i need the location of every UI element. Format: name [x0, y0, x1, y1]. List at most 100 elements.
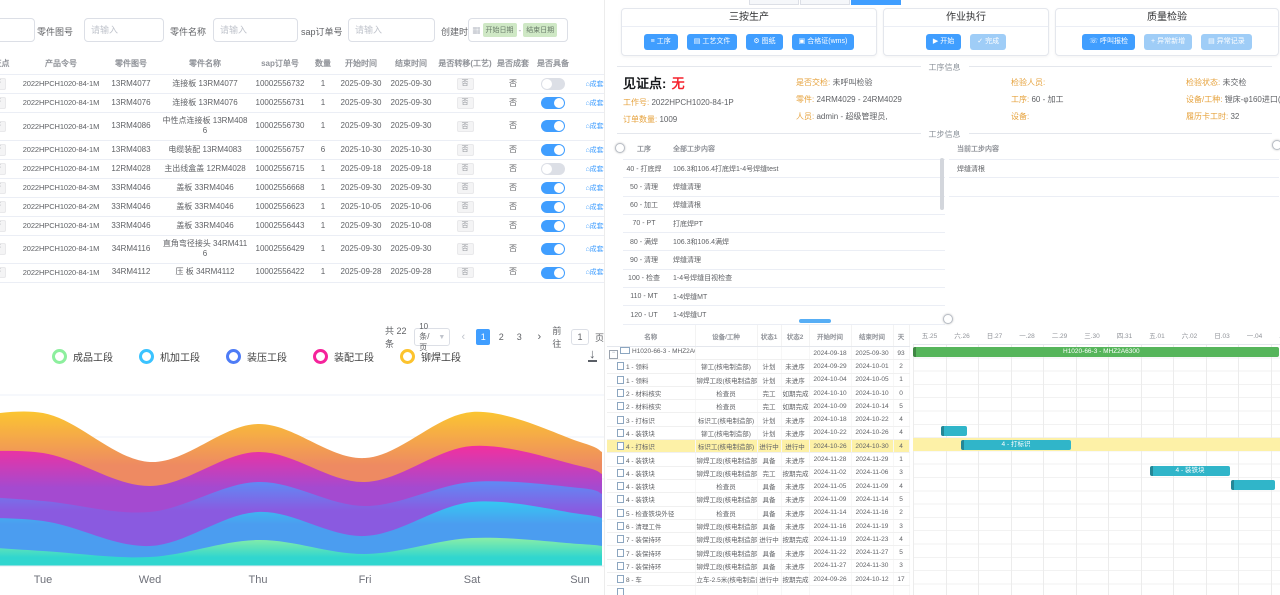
- collapse-icon[interactable]: −: [609, 350, 618, 359]
- gantt-row[interactable]: 4 - 装铁块铆焊工段(核电制造部)具备未进序2024-11-282024-11…: [607, 453, 909, 466]
- button-异常记录[interactable]: ▤异常记录: [1201, 34, 1252, 50]
- button-开始[interactable]: ▶开始: [926, 34, 961, 50]
- button-完成[interactable]: ✓完成: [970, 34, 1006, 50]
- toggle-switch[interactable]: [541, 267, 565, 279]
- table-row[interactable]: 否2022HPCH1020-84-1M13RM4086中性点连接板 13RM40…: [0, 113, 604, 141]
- gantt-bar[interactable]: [941, 426, 967, 436]
- step-row[interactable]: 70 - PT打底焊PT: [623, 214, 945, 232]
- gantt-row[interactable]: 4 - 打标识标识工(核电制造部)进行中进行中2024-10-262024-10…: [607, 440, 909, 453]
- prev-page-button[interactable]: ‹: [456, 329, 470, 345]
- legend-item[interactable]: 成品工段: [52, 349, 113, 364]
- gantt-row[interactable]: −H1020-66-3 - MHZ2A63002024-09-182025-09…: [607, 347, 909, 360]
- gantt-row[interactable]: 5 - 检查铁块外径检查员具备未进序2024-11-142024-11-162: [607, 506, 909, 519]
- gantt-row[interactable]: 8 - 车立车-2.5米(核电制造部)进行中按期完成2024-09-262024…: [607, 573, 909, 586]
- table-row[interactable]: 否2022HPCH1020-84-1M33RM4046盖板 33RM404610…: [0, 216, 604, 235]
- kit-link[interactable]: ⌂成套性: [585, 166, 604, 173]
- legend-item[interactable]: 机加工段: [139, 349, 200, 364]
- legend-item[interactable]: 装配工段: [313, 349, 374, 364]
- step-row[interactable]: 50 - 清理焊缝清理: [623, 178, 945, 196]
- step-row[interactable]: 60 - 加工焊缝清根: [623, 196, 945, 214]
- kit-link[interactable]: ⌂成套性: [585, 123, 604, 130]
- kit-link[interactable]: ⌂成套性: [585, 204, 604, 211]
- date-range-picker[interactable]: ▦ 开始日期 - 结束日期: [468, 18, 568, 42]
- gantt-row[interactable]: [607, 586, 909, 595]
- toggle-switch[interactable]: [541, 120, 565, 132]
- button-图纸[interactable]: ⚙图纸: [746, 34, 782, 50]
- toggle-switch[interactable]: [541, 243, 565, 255]
- tab-stub-active[interactable]: [851, 0, 901, 5]
- gantt-bar-handle[interactable]: [941, 426, 944, 436]
- table-row[interactable]: 焊缝清根: [949, 160, 1279, 178]
- button-合格证(wms)[interactable]: ▣合格证(wms): [792, 34, 855, 50]
- page-size-select[interactable]: 10条/页▼: [414, 328, 450, 346]
- table-row[interactable]: 否2022HPCH1020-84-1M12RM4028主出线盒盖 12RM402…: [0, 159, 604, 178]
- gantt-bar[interactable]: H1020-66-3 - MHZ2A6300: [913, 347, 1279, 357]
- horizontal-scrollbar[interactable]: [799, 319, 831, 323]
- table-row[interactable]: 否2022HPCH1020-84-1M13RM4083电缆装配 13RM4083…: [0, 140, 604, 159]
- table-row[interactable]: 否2022HPCH1020-84-1M34RM4112压 板 34RM41121…: [0, 263, 604, 282]
- page-button-2[interactable]: 2: [494, 329, 508, 345]
- step-row[interactable]: 90 - 清理焊缝清理: [623, 251, 945, 269]
- goto-page-input[interactable]: [571, 329, 589, 345]
- vertical-scrollbar[interactable]: [940, 158, 944, 210]
- kit-link[interactable]: ⌂成套性: [585, 185, 604, 192]
- table-row[interactable]: 否2022HPCH1020-84-1M34RM4116直角弯径接头 34RM41…: [0, 235, 604, 263]
- toggle-switch[interactable]: [541, 144, 565, 156]
- page-button-1[interactable]: 1: [476, 329, 490, 345]
- tab-stub-1[interactable]: [749, 0, 799, 5]
- gantt-row[interactable]: 2 - 材料核实检查员完工如期完成2024-10-092024-10-145: [607, 400, 909, 413]
- step-row[interactable]: 120 - UT1-4焊缝UT: [623, 306, 945, 324]
- gantt-row[interactable]: 3 - 打标识标识工(核电制造部)计划未进序2024-10-182024-10-…: [607, 413, 909, 426]
- kit-link[interactable]: ⌂成套性: [585, 223, 604, 230]
- toggle-switch[interactable]: [541, 182, 565, 194]
- tab-stub-2[interactable]: [800, 0, 850, 5]
- download-icon[interactable]: ↓: [588, 347, 597, 362]
- part-no-input[interactable]: [84, 18, 164, 42]
- button-异常新增[interactable]: +异常新增: [1144, 34, 1192, 50]
- kit-link[interactable]: ⌂成套性: [585, 147, 604, 154]
- gantt-bar-handle[interactable]: [913, 347, 916, 357]
- gantt-row[interactable]: 2 - 材料核实检查员完工如期完成2024-10-102024-10-100: [607, 386, 909, 399]
- gantt-row[interactable]: 6 - 清理工件铆焊工段(核电制造部)具备未进序2024-11-162024-1…: [607, 519, 909, 532]
- clipped-filter-input[interactable]: [0, 18, 35, 42]
- table-row[interactable]: 否2022HPCH1020-84-1M13RM4077连接板 13RM40771…: [0, 75, 604, 94]
- gantt-row[interactable]: 1 - 领料铆工(核电制造部)计划未进序2024-09-292024-10-01…: [607, 360, 909, 373]
- step-row[interactable]: 80 - 满焊106.3和106.4满焊: [623, 233, 945, 251]
- kit-link[interactable]: ⌂成套性: [585, 100, 604, 107]
- drag-handle[interactable]: [943, 314, 953, 324]
- gantt-row[interactable]: 7 - 装保持环铆焊工段(核电制造部)具备未进序2024-11-222024-1…: [607, 546, 909, 559]
- toggle-switch[interactable]: [541, 97, 565, 109]
- table-row[interactable]: 否2022HPCH1020-84-1M13RM4076连接板 13RM40761…: [0, 94, 604, 113]
- gantt-row[interactable]: 7 - 装保持环铆焊工段(核电制造部)具备未进序2024-11-272024-1…: [607, 559, 909, 572]
- step-row[interactable]: 40 - 打底焊106.3和106.4打底焊1-4号焊缝test: [623, 160, 945, 178]
- kit-link[interactable]: ⌂成套性: [585, 269, 604, 276]
- gantt-row[interactable]: 4 - 装铁块铆焊工段(核电制造部)具备未进序2024-11-092024-11…: [607, 493, 909, 506]
- gantt-row[interactable]: 4 - 装铁块检查员具备未进序2024-11-052024-11-094: [607, 479, 909, 492]
- step-row[interactable]: 100 - 检查1-4号焊缝目视检查: [623, 269, 945, 287]
- gantt-bar-handle[interactable]: [1231, 480, 1234, 490]
- next-page-button[interactable]: ›: [532, 329, 546, 345]
- button-工序[interactable]: ≡工序: [644, 34, 678, 50]
- gantt-row[interactable]: 1 - 领料铆焊工段(核电制造部)计划未进序2024-10-042024-10-…: [607, 373, 909, 386]
- drag-handle[interactable]: [615, 143, 625, 153]
- gantt-row[interactable]: 7 - 装保持环铆焊工段(核电制造部)进行中按期完成2024-11-192024…: [607, 533, 909, 546]
- kit-link[interactable]: ⌂成套性: [585, 81, 604, 88]
- gantt-bar[interactable]: 4 - 装铁块: [1150, 466, 1230, 476]
- drag-handle[interactable]: [1272, 140, 1280, 150]
- kit-link[interactable]: ⌂成套性: [585, 246, 604, 253]
- button-工艺文件[interactable]: ▤工艺文件: [687, 34, 738, 50]
- page-button-3[interactable]: 3: [512, 329, 526, 345]
- legend-item[interactable]: 铆焊工段: [400, 349, 461, 364]
- legend-item[interactable]: 装压工段: [226, 349, 287, 364]
- gantt-bar[interactable]: 4 - 打标识: [961, 440, 1071, 450]
- gantt-bar[interactable]: [1231, 480, 1275, 490]
- toggle-switch[interactable]: [541, 201, 565, 213]
- sap-order-input[interactable]: [348, 18, 435, 42]
- table-row[interactable]: 否2022HPCH1020-84-2M33RM4046盖板 33RM404610…: [0, 197, 604, 216]
- table-row[interactable]: 否2022HPCH1020-84-3M33RM4046盖板 33RM404610…: [0, 178, 604, 197]
- toggle-switch[interactable]: [541, 78, 565, 90]
- button-呼叫报检[interactable]: ☏呼叫报检: [1082, 34, 1135, 50]
- gantt-row[interactable]: 4 - 装铁块铆焊工段(核电制造部)完工按期完成2024-11-022024-1…: [607, 466, 909, 479]
- part-name-input[interactable]: [213, 18, 298, 42]
- step-row[interactable]: 110 - MT1-4焊缝MT: [623, 288, 945, 306]
